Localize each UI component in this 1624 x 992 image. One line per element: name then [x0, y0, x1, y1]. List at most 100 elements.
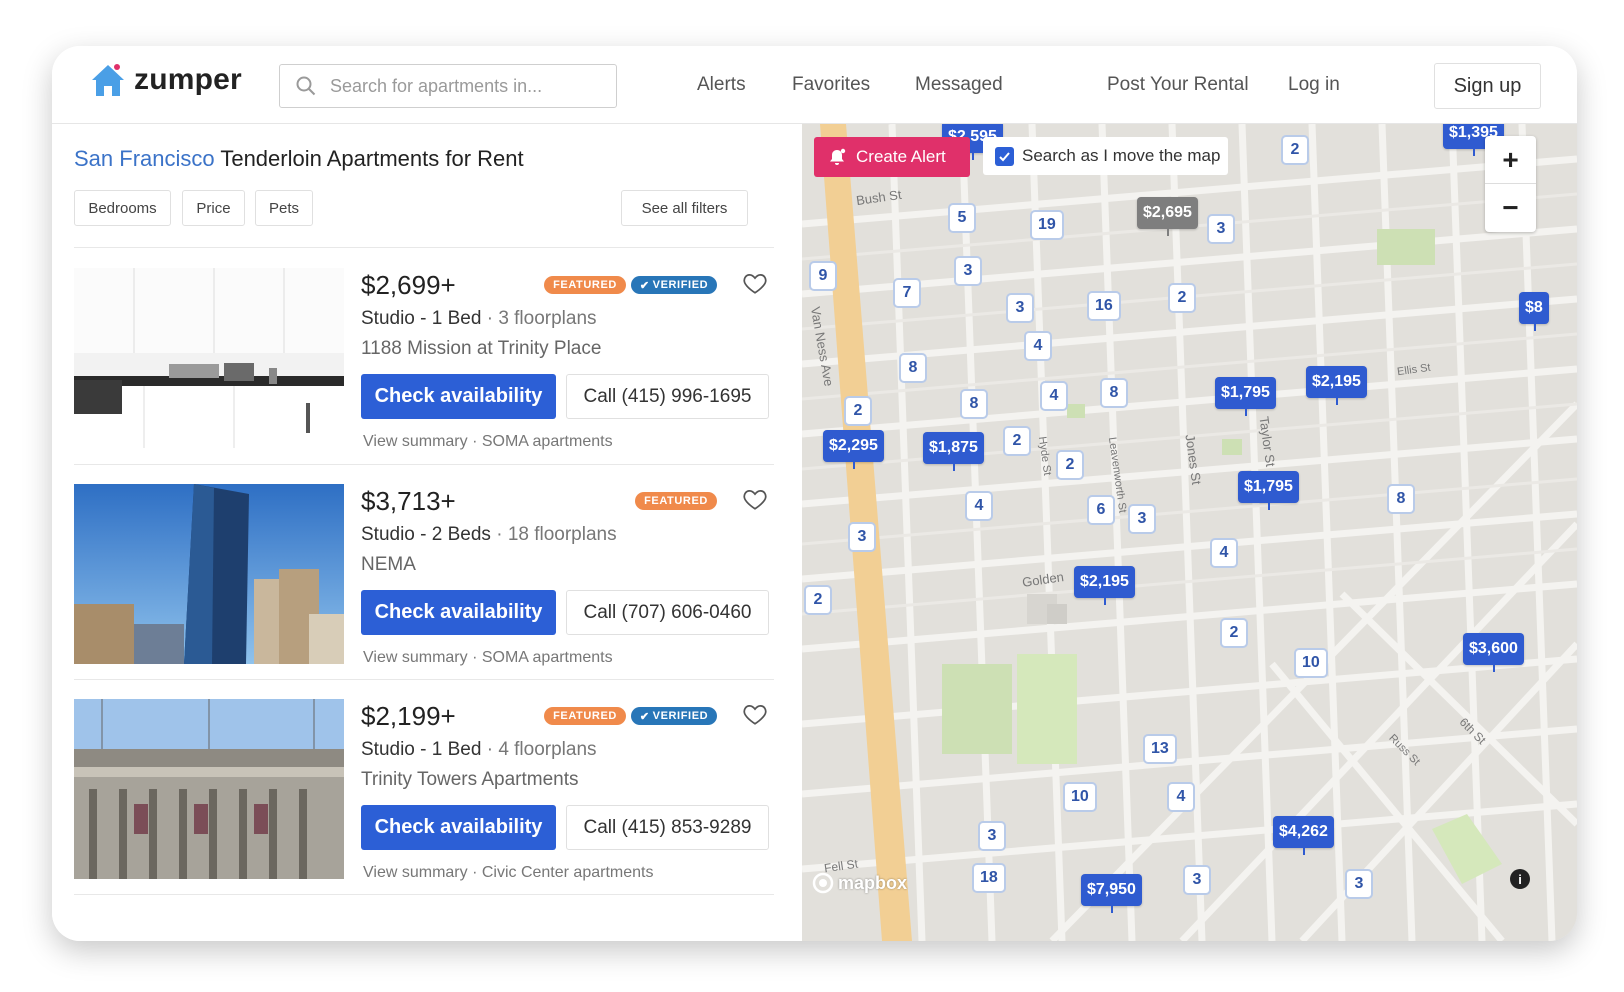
call-button[interactable]: Call (415) 853-9289	[566, 805, 769, 850]
map-cluster-pin[interactable]: 7	[893, 278, 921, 308]
map-cluster-pin[interactable]: 2	[1281, 135, 1309, 165]
listing-meta: View summary · Civic Center apartments	[363, 864, 653, 882]
verified-badge: ✔ VERIFIED	[631, 276, 717, 294]
area-link[interactable]: SOMA apartments	[482, 433, 613, 450]
map-cluster-pin[interactable]: 8	[1100, 378, 1128, 408]
map-cluster-pin[interactable]: 8	[960, 389, 988, 419]
map-cluster-pin[interactable]: 4	[965, 491, 993, 521]
heart-icon[interactable]	[742, 486, 768, 512]
map-price-pin[interactable]: $4,262	[1273, 816, 1334, 855]
nav-favorites[interactable]: Favorites	[792, 74, 870, 96]
separator: ·	[467, 649, 482, 666]
nav-login[interactable]: Log in	[1288, 74, 1340, 96]
map-cluster-pin[interactable]: 6	[1087, 495, 1115, 525]
map-cluster-pin[interactable]: 3	[1006, 293, 1034, 323]
call-button[interactable]: Call (415) 996-1695	[566, 374, 769, 419]
map-price-pin[interactable]: $8	[1519, 292, 1549, 331]
map-cluster-pin[interactable]: 2	[804, 585, 832, 615]
zoom-out-button[interactable]: −	[1485, 184, 1536, 232]
map-cluster-pin[interactable]: 16	[1087, 291, 1121, 321]
nav-alerts[interactable]: Alerts	[697, 74, 746, 96]
area-link[interactable]: Civic Center apartments	[482, 864, 654, 881]
map-price-pin[interactable]: $1,795	[1238, 471, 1299, 510]
listing-card[interactable]: $2,699+ FEATURED ✔ VERIFIED Studio - 1 Be…	[74, 268, 774, 450]
map-view[interactable]: Bush St Ellis St Golden Van Ness Ave Hyd…	[802, 124, 1577, 941]
map-price-pin[interactable]: $2,195	[1074, 566, 1135, 605]
listing-photo-tower[interactable]	[74, 484, 344, 664]
app-window: zumper Alerts Favorites Messaged Post Yo…	[52, 46, 1577, 941]
search-input[interactable]	[330, 75, 580, 97]
house-logo-icon	[92, 64, 124, 96]
call-button[interactable]: Call (707) 606-0460	[566, 590, 769, 635]
floorplan-count: 3 floorplans	[498, 308, 597, 329]
map-cluster-pin[interactable]: 3	[1183, 865, 1211, 895]
map-cluster-pin[interactable]: 2	[844, 396, 872, 426]
map-cluster-pin[interactable]: 2	[1056, 450, 1084, 480]
map-cluster-pin[interactable]: 13	[1143, 734, 1177, 764]
search-as-move-toggle[interactable]: Search as I move the map	[983, 137, 1228, 175]
map-cluster-pin[interactable]: 2	[1220, 618, 1248, 648]
map-cluster-pin[interactable]: 4	[1167, 782, 1195, 812]
map-cluster-pin[interactable]: 19	[1030, 210, 1064, 240]
map-cluster-pin[interactable]: 8	[899, 353, 927, 383]
separator: ·	[490, 524, 508, 545]
filter-bedrooms[interactable]: Bedrooms	[74, 190, 171, 226]
map-cluster-pin[interactable]: 2	[1168, 283, 1196, 313]
map-cluster-pin[interactable]: 3	[1128, 504, 1156, 534]
create-alert-button[interactable]: Create Alert	[814, 137, 970, 177]
nav-post-rental[interactable]: Post Your Rental	[1107, 74, 1249, 96]
check-icon: ✔	[639, 710, 650, 723]
map-cluster-pin[interactable]: 3	[1207, 214, 1235, 244]
map-price-pin[interactable]: $1,795	[1215, 377, 1276, 416]
check-availability-button[interactable]: Check availability	[361, 374, 556, 419]
filter-price[interactable]: Price	[182, 190, 245, 226]
map-cluster-pin[interactable]: 3	[848, 522, 876, 552]
listing-price: $2,699+	[361, 270, 456, 300]
view-summary-link[interactable]: View summary	[363, 649, 468, 666]
signup-button[interactable]: Sign up	[1434, 63, 1541, 109]
see-all-filters-button[interactable]: See all filters	[621, 190, 748, 226]
map-cluster-pin[interactable]: 18	[972, 863, 1006, 893]
zoom-in-button[interactable]: +	[1485, 136, 1536, 184]
map-cluster-pin[interactable]: 9	[809, 261, 837, 291]
map-cluster-pin[interactable]: 10	[1063, 782, 1097, 812]
check-availability-button[interactable]: Check availability	[361, 590, 556, 635]
bed-count: Studio - 1 Bed	[361, 308, 482, 329]
verified-badge: ✔ VERIFIED	[631, 707, 717, 725]
checkbox-checked-icon[interactable]	[995, 146, 1014, 166]
listing-card[interactable]: $3,713+ FEATURED Studio - 2 Beds · 18 fl…	[74, 484, 774, 666]
map-cluster-pin[interactable]: 2	[1003, 426, 1031, 456]
brand-logo[interactable]: zumper	[88, 60, 242, 100]
heart-icon[interactable]	[742, 270, 768, 296]
map-cluster-pin[interactable]: 3	[1345, 869, 1373, 899]
map-cluster-pin[interactable]: 4	[1210, 538, 1238, 568]
map-cluster-pin[interactable]: 8	[1387, 484, 1415, 514]
map-cluster-pin[interactable]: 3	[954, 256, 982, 286]
check-availability-button[interactable]: Check availability	[361, 805, 556, 850]
area-link[interactable]: SOMA apartments	[482, 649, 613, 666]
map-price-pin[interactable]: $3,600	[1463, 633, 1524, 672]
map-cluster-pin[interactable]: 4	[1040, 381, 1068, 411]
view-summary-link[interactable]: View summary	[363, 864, 468, 881]
listing-name: NEMA	[361, 554, 416, 575]
heart-icon[interactable]	[742, 701, 768, 727]
map-price-pin[interactable]: $2,295	[823, 430, 884, 469]
city-link[interactable]: San Francisco	[74, 146, 215, 171]
view-summary-link[interactable]: View summary	[363, 433, 468, 450]
listing-card[interactable]: $2,199+ FEATURED ✔ VERIFIED Studio - 1 Be…	[74, 699, 774, 882]
map-cluster-pin[interactable]: 3	[978, 821, 1006, 851]
search-bar[interactable]	[279, 64, 617, 108]
map-price-pin[interactable]: $7,950	[1081, 874, 1142, 913]
mapbox-attribution[interactable]: mapbox	[812, 872, 907, 894]
nav-messaged[interactable]: Messaged	[915, 74, 1003, 96]
listing-photo-building[interactable]	[74, 699, 344, 879]
filter-pets[interactable]: Pets	[255, 190, 313, 226]
listing-photo-kitchen[interactable]	[74, 268, 344, 448]
map-price-pin[interactable]: $2,195	[1306, 366, 1367, 405]
map-price-pin[interactable]: $1,875	[923, 432, 984, 471]
info-icon[interactable]: i	[1510, 869, 1530, 889]
map-price-pin[interactable]: $2,695	[1137, 197, 1198, 236]
map-cluster-pin[interactable]: 10	[1294, 648, 1328, 678]
map-cluster-pin[interactable]: 4	[1024, 331, 1052, 361]
map-cluster-pin[interactable]: 5	[948, 203, 976, 233]
